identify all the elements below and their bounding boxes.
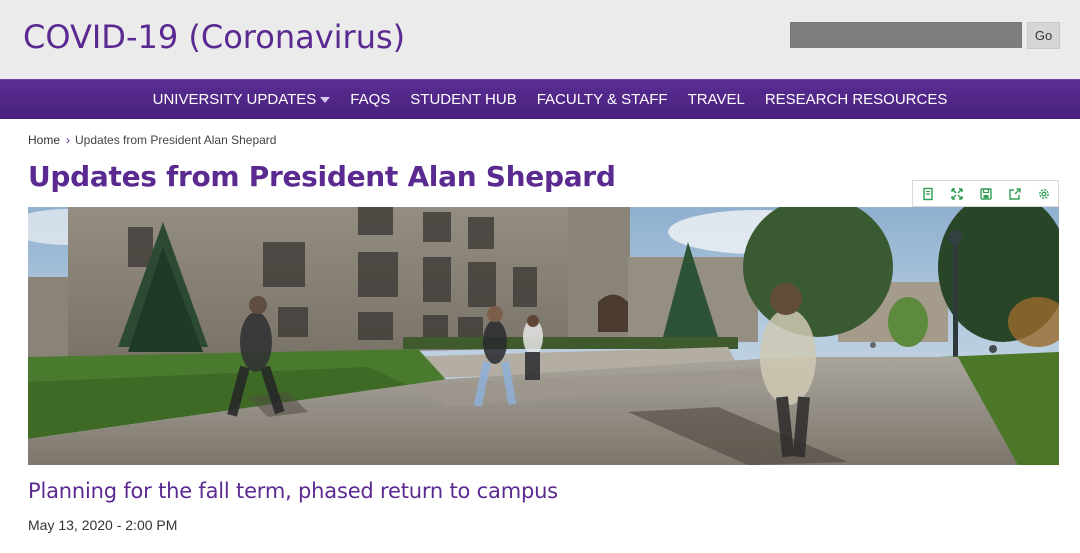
nav-item-faqs[interactable]: FAQS bbox=[350, 91, 390, 108]
breadcrumb: Home › Updates from President Alan Shepa… bbox=[28, 133, 276, 147]
chevron-down-icon bbox=[320, 96, 331, 103]
nav-item-university-updates[interactable]: UNIVERSITY UPDATES bbox=[153, 91, 331, 108]
search-input[interactable] bbox=[790, 22, 1022, 48]
book-icon[interactable] bbox=[913, 181, 942, 206]
breadcrumb-home-link[interactable]: Home bbox=[28, 133, 60, 147]
share-icon[interactable] bbox=[1000, 181, 1029, 206]
save-icon[interactable] bbox=[971, 181, 1000, 206]
nav-item-label: FACULTY & STAFF bbox=[536, 90, 668, 108]
expand-icon[interactable] bbox=[942, 181, 971, 206]
article-date: May 13, 2020 - 2:00 PM bbox=[28, 517, 178, 533]
nav-item-label: TRAVEL bbox=[687, 90, 745, 108]
nav-item-label: FAQS bbox=[350, 90, 391, 108]
main-nav: UNIVERSITY UPDATES FAQS STUDENT HUB FACU… bbox=[0, 79, 1080, 119]
campus-photo bbox=[28, 207, 1059, 465]
hero-image bbox=[28, 207, 1059, 465]
nav-item-label: STUDENT HUB bbox=[410, 90, 517, 108]
article-title-link[interactable]: Planning for the fall term, phased retur… bbox=[28, 479, 558, 503]
nav-item-research-resources[interactable]: RESEARCH RESOURCES bbox=[765, 91, 948, 108]
breadcrumb-current: Updates from President Alan Shepard bbox=[75, 133, 277, 147]
nav-item-label: UNIVERSITY UPDATES bbox=[152, 90, 317, 108]
site-header: COVID-19 (Coronavirus) Go bbox=[0, 0, 1080, 79]
nav-item-faculty-staff[interactable]: FACULTY & STAFF bbox=[537, 91, 668, 108]
breadcrumb-separator: › bbox=[66, 133, 71, 147]
page-tools bbox=[912, 180, 1059, 207]
site-title[interactable]: COVID-19 (Coronavirus) bbox=[23, 18, 405, 56]
nav-item-student-hub[interactable]: STUDENT HUB bbox=[410, 91, 516, 108]
nav-item-travel[interactable]: TRAVEL bbox=[688, 91, 745, 108]
go-button[interactable]: Go bbox=[1027, 22, 1060, 49]
settings-icon[interactable] bbox=[1029, 181, 1058, 206]
page-title: Updates from President Alan Shepard bbox=[28, 160, 616, 193]
nav-item-label: RESEARCH RESOURCES bbox=[764, 90, 948, 108]
